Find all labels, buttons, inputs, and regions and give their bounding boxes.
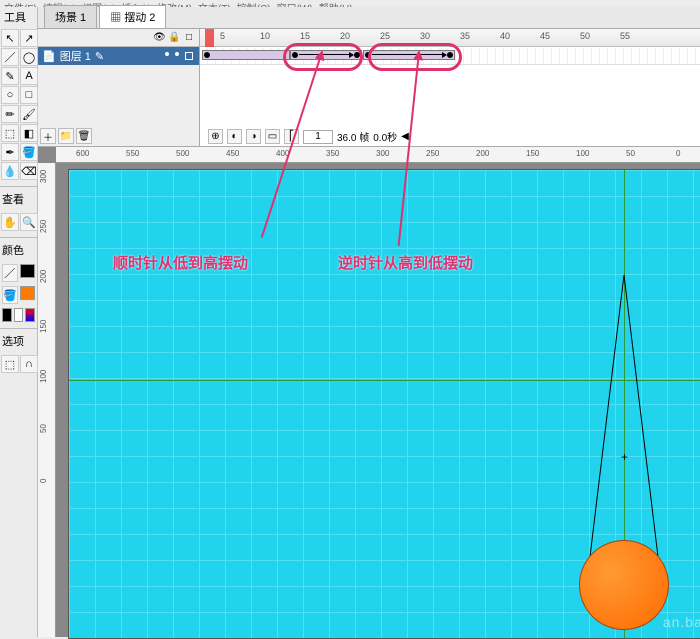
selection-tool[interactable]: ↖ (1, 29, 19, 47)
layer-name: 图层 1 (60, 48, 91, 64)
tab-symbol-label: 摆动 2 (124, 12, 155, 24)
layer-buttons: ＋ 📁 🗑 (40, 128, 92, 144)
current-frame-field[interactable] (303, 130, 333, 144)
tool-grid: ↖ ↗ ／ ◯ ✎ A ○ □ ✏ 🖌 ⬚ ◧ ✒ 🪣 💧 ⌫ (0, 27, 37, 182)
edit-frames-button[interactable]: ▭ (265, 129, 280, 144)
timeline-status: ⊕ ◐ ◑ ▭ ⎡ 36.0 帧 0.0秒 ◀ (208, 129, 409, 144)
layer-header: 👁 🔒 □ (38, 29, 199, 47)
symbol-icon: ▦ (110, 12, 121, 24)
free-transform-tool[interactable]: ⬚ (1, 124, 19, 142)
tools-panel-title: 工具 (0, 7, 37, 27)
outline-icon[interactable]: □ (183, 32, 195, 43)
swap-colors[interactable] (25, 308, 35, 322)
lock-icon[interactable]: 🔒 (168, 32, 180, 43)
fill-swatch[interactable] (20, 286, 35, 300)
playhead[interactable] (205, 29, 214, 47)
frame-track[interactable] (200, 47, 700, 65)
delete-layer-button[interactable]: 🗑 (76, 128, 92, 144)
default-colors[interactable] (2, 308, 12, 322)
center-frame-button[interactable]: ⊕ (208, 129, 223, 144)
lasso-tool[interactable]: ◯ (20, 48, 38, 66)
stroke-swatch[interactable] (20, 264, 36, 278)
eye-icon[interactable]: 👁 (153, 32, 165, 43)
fps-label: 36.0 帧 (337, 129, 369, 144)
pendulum-ball[interactable] (579, 540, 669, 630)
frame-ruler[interactable]: 5 10 15 20 25 30 35 40 45 50 55 (200, 29, 700, 47)
hand-tool[interactable]: ✋ (1, 213, 19, 231)
fill-transform-tool[interactable]: ◧ (20, 124, 38, 142)
tween-span-2[interactable] (363, 50, 455, 60)
left-panels: 工具 ↖ ↗ ／ ◯ ✎ A ○ □ ✏ 🖌 ⬚ ◧ ✒ 🪣 💧 ⌫ 查看 ✋ … (0, 7, 38, 637)
view-panel-title: 查看 (0, 186, 37, 211)
pencil-tool[interactable]: ✏ (1, 105, 19, 123)
options-panel-title: 选项 (0, 328, 37, 353)
scroll-left-icon[interactable]: ◀ (401, 131, 409, 142)
vertical-ruler[interactable]: 300 250 200 150 100 50 0 (38, 163, 56, 637)
timeline-panel: 👁 🔒 □ 📄 图层 1 ✎ ＋ 📁 🗑 5 10 15 (38, 29, 700, 147)
color-panel-title: 颜色 (0, 237, 37, 262)
eraser-tool[interactable]: ⌫ (20, 162, 38, 180)
tween-span-0[interactable] (202, 50, 290, 60)
subselect-tool[interactable]: ↗ (20, 29, 38, 47)
snap-option[interactable]: ⬚ (1, 355, 19, 373)
fill-color-icon: 🪣 (2, 286, 18, 304)
ink-tool[interactable]: ✒ (1, 143, 19, 161)
new-layer-button[interactable]: ＋ (40, 128, 56, 144)
document-tabs: 场景 1 ▦ 摆动 2 (38, 7, 700, 29)
layer-row[interactable]: 📄 图层 1 ✎ (38, 47, 199, 65)
bucket-tool[interactable]: 🪣 (20, 143, 38, 161)
onion-skin-button[interactable]: ◐ (227, 129, 242, 144)
main-content: 场景 1 ▦ 摆动 2 👁 🔒 □ 📄 图层 1 ✎ ＋ 📁 🗑 (38, 7, 700, 637)
text-tool[interactable]: A (20, 67, 38, 85)
oval-tool[interactable]: ○ (1, 86, 19, 104)
layer-type-icon: 📄 (42, 50, 56, 63)
onion-outline-button[interactable]: ◑ (246, 129, 261, 144)
stage-area: 600 550 500 450 400 350 300 250 200 150 … (38, 147, 700, 637)
horizontal-ruler[interactable]: 600 550 500 450 400 350 300 250 200 150 … (56, 147, 700, 163)
pencil-icon: ✎ (95, 50, 104, 63)
time-label: 0.0秒 (373, 129, 397, 144)
tab-symbol[interactable]: ▦ 摆动 2 (99, 5, 166, 28)
no-color[interactable] (14, 308, 24, 322)
tween-span-1[interactable] (290, 50, 362, 60)
new-folder-button[interactable]: 📁 (58, 128, 74, 144)
stage-canvas[interactable]: + an.bai (68, 169, 700, 639)
brush-tool[interactable]: 🖌 (20, 105, 38, 123)
stroke-color-icon: ／ (2, 264, 18, 282)
eyedropper-tool[interactable]: 💧 (1, 162, 19, 180)
onion-marker-button[interactable]: ⎡ (284, 129, 299, 144)
magnet-option[interactable]: ∩ (20, 355, 38, 373)
line-tool[interactable]: ／ (1, 48, 19, 66)
zoom-tool[interactable]: 🔍 (20, 213, 38, 231)
tab-scene[interactable]: 场景 1 (44, 5, 97, 28)
rect-tool[interactable]: □ (20, 86, 38, 104)
pen-tool[interactable]: ✎ (1, 67, 19, 85)
layer-column: 👁 🔒 □ 📄 图层 1 ✎ ＋ 📁 🗑 (38, 29, 200, 146)
